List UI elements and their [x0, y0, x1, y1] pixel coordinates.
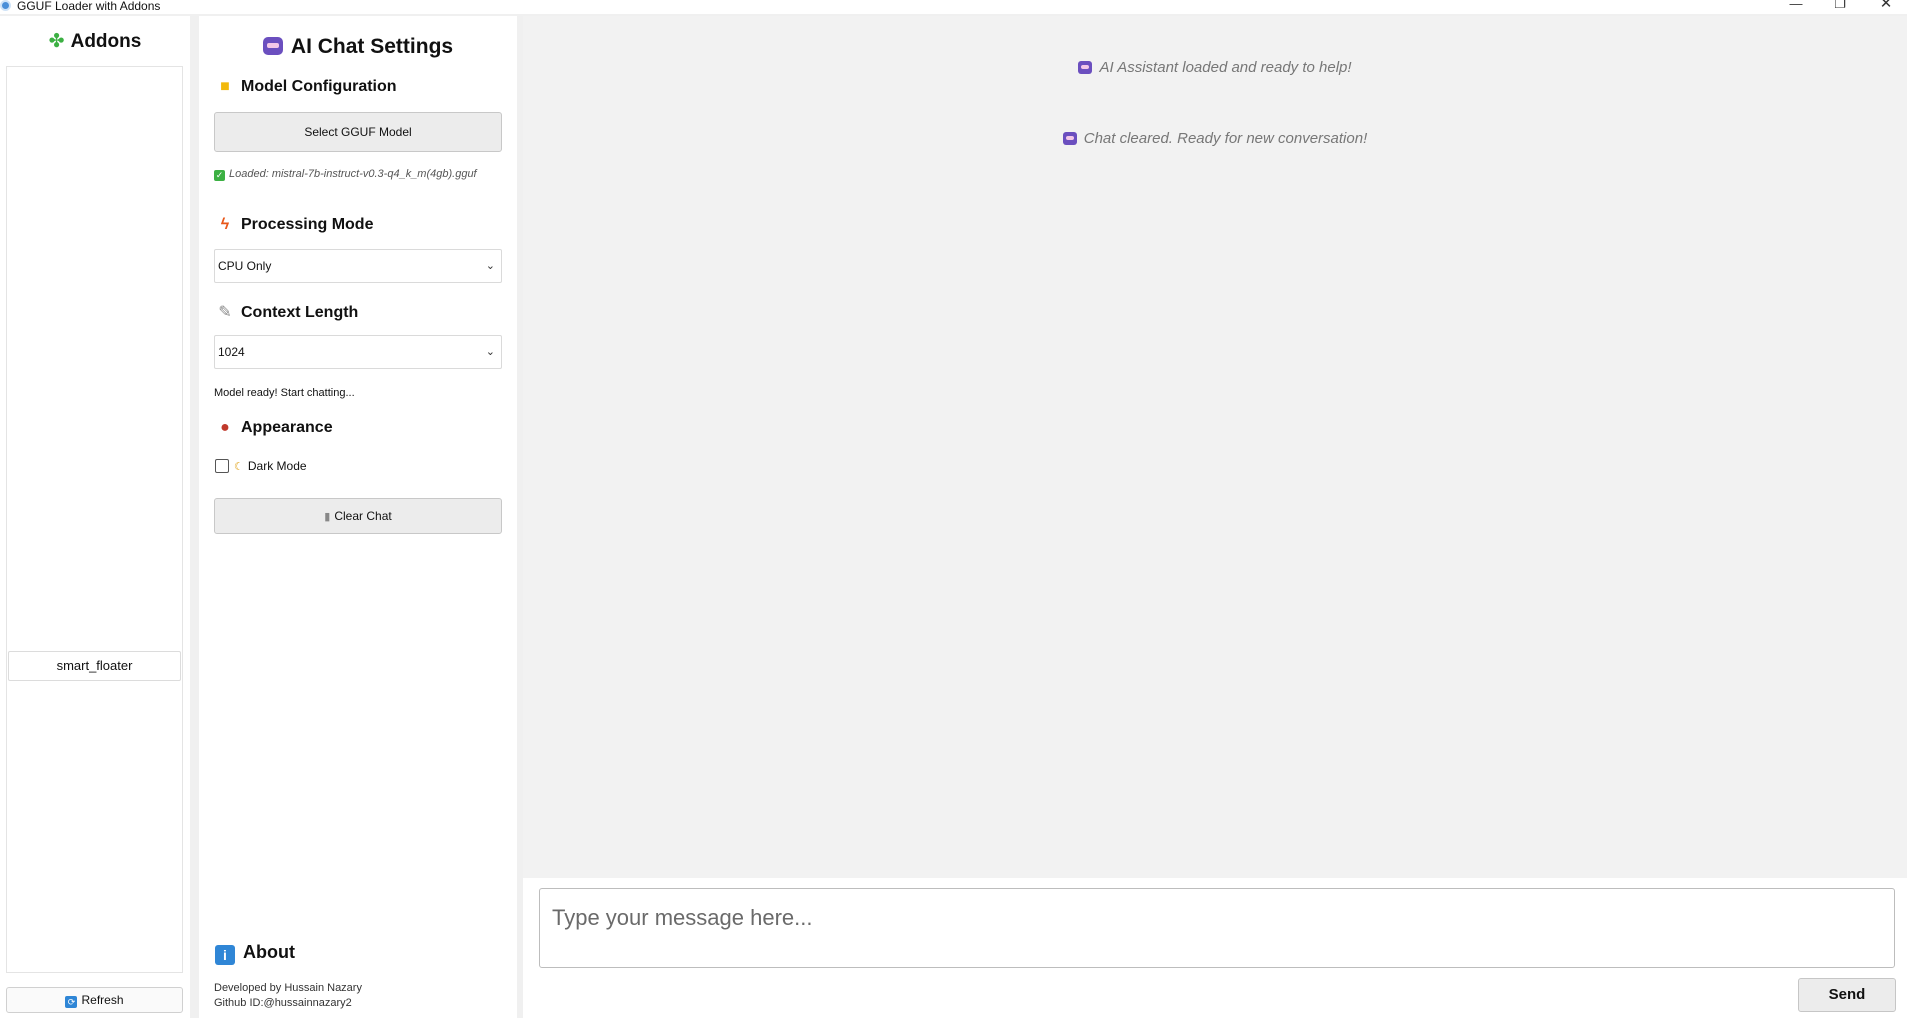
appearance-label: Appearance	[241, 419, 333, 436]
robot-icon	[262, 37, 283, 55]
chevron-down-icon: ⌄	[485, 260, 495, 272]
select-gguf-model-button[interactable]: Select GGUF Model	[214, 112, 502, 152]
palette-icon: ●	[220, 419, 230, 436]
about-label: About	[243, 942, 295, 962]
developer-credit: Developed by Hussain Nazary	[214, 982, 362, 994]
puzzle-icon: ✤	[48, 31, 65, 52]
context-length-heading: ✎ Context Length	[215, 302, 358, 322]
lightning-icon: ϟ	[220, 216, 230, 233]
about-heading: i About	[215, 942, 295, 965]
system-message-text: Chat cleared. Ready for new conversation…	[1083, 130, 1368, 147]
chat-area: AI Assistant loaded and ready to help! C…	[523, 16, 1907, 1018]
settings-panel: AI Chat Settings ■ Model Configuration Se…	[199, 16, 517, 1018]
checkmark-icon: ✓	[214, 170, 225, 181]
system-message: AI Assistant loaded and ready to help!	[523, 59, 1907, 76]
title-bar: GGUF Loader with Addons — ❐ ✕	[0, 0, 1907, 14]
message-input[interactable]	[539, 888, 1895, 968]
appearance-heading: ● Appearance	[215, 419, 333, 437]
trash-icon: ▮	[324, 511, 331, 523]
maximize-button[interactable]: ❐	[1830, 0, 1850, 13]
model-status-text: Model ready! Start chatting...	[214, 387, 355, 399]
processing-mode-heading: ϟ Processing Mode	[215, 216, 374, 234]
system-message-text: AI Assistant loaded and ready to help!	[1099, 59, 1352, 76]
refresh-icon: ⟳	[65, 996, 78, 1008]
clear-chat-button[interactable]: ▮ Clear Chat	[214, 498, 502, 534]
dark-mode-checkbox[interactable]	[215, 459, 229, 473]
processing-mode-label: Processing Mode	[241, 216, 374, 233]
processing-mode-value: CPU Only	[218, 259, 272, 273]
loaded-model-status: ✓ Loaded: mistral-7b-instruct-v0.3-q4_k_m…	[214, 166, 484, 182]
model-config-heading: ■ Model Configuration	[215, 78, 397, 96]
minimize-button[interactable]: —	[1786, 0, 1806, 13]
info-icon: i	[215, 945, 235, 965]
addons-title: Addons	[70, 31, 142, 52]
moon-icon: ☾	[234, 461, 244, 473]
github-id: Github ID:@hussainnazary2	[214, 997, 352, 1009]
app-gear-icon	[0, 0, 11, 11]
dark-mode-toggle[interactable]: ☾ Dark Mode	[215, 459, 307, 473]
processing-mode-select[interactable]: CPU Only ⌄	[214, 249, 502, 283]
addons-header: ✤ Addons	[0, 30, 190, 53]
robot-icon	[1062, 132, 1077, 145]
context-length-value: 1024	[218, 345, 245, 359]
chevron-down-icon: ⌄	[485, 346, 495, 358]
model-config-label: Model Configuration	[241, 78, 397, 95]
addons-panel: ✤ Addons smart_floater ⟳ Refresh	[0, 16, 190, 1018]
addon-item-smart-floater[interactable]: smart_floater	[8, 651, 181, 681]
window-title: GGUF Loader with Addons	[17, 0, 161, 13]
close-button[interactable]: ✕	[1876, 0, 1896, 13]
ruler-icon: ✎	[218, 304, 232, 321]
send-button[interactable]: Send	[1798, 978, 1896, 1012]
settings-title-text: AI Chat Settings	[290, 35, 454, 58]
system-message: Chat cleared. Ready for new conversation…	[523, 130, 1907, 147]
context-length-label: Context Length	[241, 304, 359, 321]
clear-chat-label: Clear Chat	[334, 509, 392, 523]
dark-mode-label: Dark Mode	[247, 459, 307, 473]
loaded-model-text: Loaded: mistral-7b-instruct-v0.3-q4_k_m(…	[229, 168, 477, 180]
context-length-select[interactable]: 1024 ⌄	[214, 335, 502, 369]
refresh-button[interactable]: ⟳ Refresh	[6, 987, 183, 1013]
addons-list[interactable]: smart_floater	[6, 66, 183, 973]
robot-icon	[1078, 61, 1093, 74]
settings-title: AI Chat Settings	[199, 35, 517, 59]
folder-icon: ■	[220, 78, 230, 95]
refresh-label: Refresh	[81, 993, 124, 1007]
